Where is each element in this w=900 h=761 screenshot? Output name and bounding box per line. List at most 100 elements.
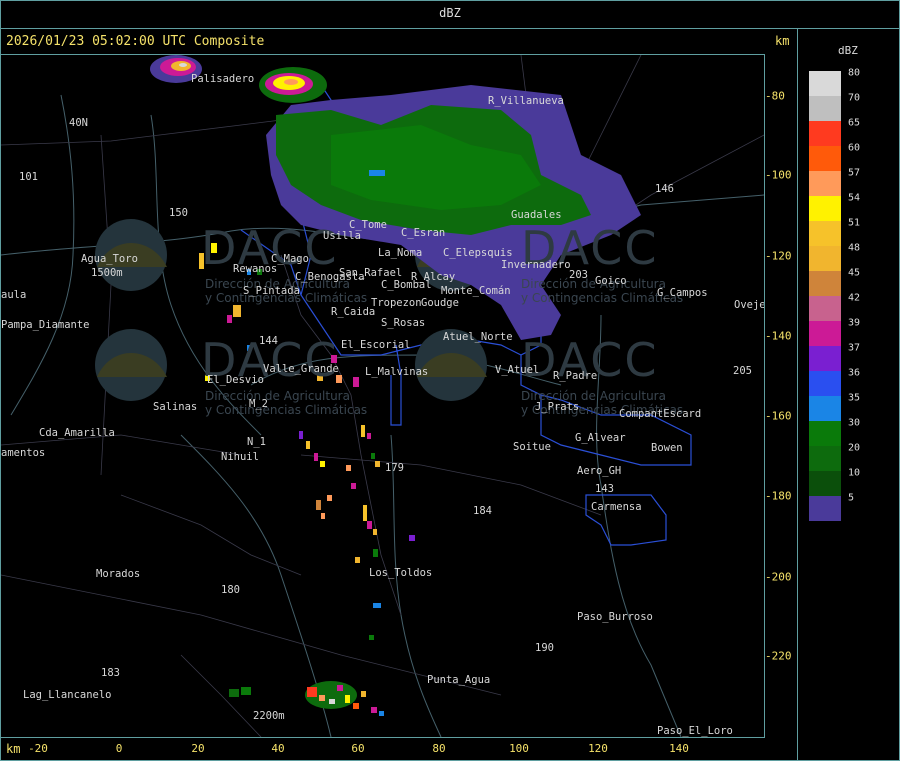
x-tick: 100 bbox=[509, 742, 529, 755]
y-tick: -100 bbox=[765, 168, 792, 182]
place-label: 146 bbox=[655, 183, 674, 195]
legend-swatch bbox=[809, 371, 841, 396]
x-tick: 20 bbox=[191, 742, 205, 755]
y-tick: -80 bbox=[765, 89, 785, 103]
place-label: Valle_Grande bbox=[263, 363, 339, 375]
place-label: Guadales bbox=[511, 209, 562, 221]
legend-label: 57 bbox=[848, 167, 861, 179]
place-label: Los_Toldos bbox=[369, 567, 433, 579]
place-label: 101 bbox=[19, 171, 38, 183]
place-label: Soitue bbox=[513, 441, 551, 453]
place-label: R_Alcay bbox=[411, 271, 456, 283]
place-label: S_Rosas bbox=[381, 317, 426, 329]
legend-label: 70 bbox=[848, 92, 861, 104]
place-label: 205 bbox=[733, 365, 752, 377]
place-label: L_Malvinas bbox=[365, 366, 429, 378]
place-label: 150 bbox=[169, 207, 188, 219]
legend-label: 35 bbox=[848, 392, 861, 404]
place-label: 180 bbox=[221, 584, 240, 596]
place-label: Agua_Toro bbox=[81, 253, 138, 265]
place-label: Salinas bbox=[153, 401, 198, 413]
place-label: 203 bbox=[569, 269, 588, 281]
product-header: 2026/01/23 05:02:00 UTC Composite bbox=[6, 34, 265, 49]
place-label: Carmensa bbox=[591, 501, 642, 513]
place-label: M_2 bbox=[249, 398, 268, 410]
place-label: V_Atuel bbox=[495, 364, 540, 376]
legend-label: 45 bbox=[848, 267, 861, 279]
x-tick: -20 bbox=[28, 742, 48, 755]
place-label: N_1 bbox=[247, 436, 266, 448]
radar-map[interactable]: DACC DACC DACC DACC Dirección de Agricul… bbox=[0, 54, 765, 738]
legend-swatch bbox=[809, 221, 841, 246]
place-label: Aero_GH bbox=[577, 465, 622, 477]
place-label: C_Mago bbox=[271, 253, 309, 265]
legend-swatch bbox=[809, 346, 841, 371]
place-label: Paso_Burroso bbox=[577, 611, 653, 623]
legend-label: 10 bbox=[848, 467, 861, 479]
place-label: C_Benogasta bbox=[295, 271, 365, 283]
place-label: C_Tome bbox=[349, 219, 387, 231]
place-label: Paso_El_Loro bbox=[657, 725, 733, 737]
place-label: Goico bbox=[595, 275, 627, 287]
y-tick: -220 bbox=[765, 649, 792, 663]
place-label: 190 bbox=[535, 642, 554, 654]
legend-label: 30 bbox=[848, 417, 861, 429]
place-label: Punta_Agua bbox=[427, 674, 491, 686]
place-label: G_Alvear bbox=[575, 432, 626, 444]
legend-label: 48 bbox=[848, 242, 861, 254]
place-label: aula bbox=[1, 289, 27, 301]
y-tick: -200 bbox=[765, 570, 792, 584]
color-legend bbox=[809, 71, 841, 521]
place-label: Lag_Llancanelo bbox=[23, 689, 112, 701]
place-label: La_Noma bbox=[378, 247, 423, 259]
place-label: amentos bbox=[1, 447, 46, 459]
legend-label: 54 bbox=[848, 192, 861, 204]
legend-label: 36 bbox=[848, 367, 861, 379]
place-label: 143 bbox=[595, 483, 614, 495]
place-label: Invernadero bbox=[501, 259, 571, 271]
legend-swatch bbox=[809, 271, 841, 296]
y-tick: -120 bbox=[765, 249, 792, 263]
place-label: Atuel_Norte bbox=[443, 331, 513, 343]
place-label: Goudge bbox=[421, 297, 459, 309]
place-label: El_Desvio bbox=[207, 374, 264, 386]
legend-swatch bbox=[809, 421, 841, 446]
legend-label: 42 bbox=[848, 292, 861, 304]
watermark-line2: y Contingencias Climáticas bbox=[205, 403, 368, 417]
legend-swatch bbox=[809, 396, 841, 421]
place-label: Cda_Amarilla bbox=[39, 427, 115, 439]
x-tick: 0 bbox=[115, 742, 123, 755]
place-label: R_Caida bbox=[331, 306, 376, 318]
legend-swatch bbox=[809, 96, 841, 121]
legend-swatch bbox=[809, 196, 841, 221]
x-unit-label: km bbox=[6, 742, 21, 756]
legend-swatch bbox=[809, 446, 841, 471]
place-label: Pampa_Diamante bbox=[1, 319, 90, 331]
place-label: Usilla bbox=[323, 230, 361, 242]
place-label: 2200m bbox=[253, 710, 285, 722]
legend-label: 51 bbox=[848, 217, 861, 229]
place-label: R_Villanueva bbox=[488, 95, 564, 107]
legend-label: 20 bbox=[848, 442, 861, 454]
x-tick: 80 bbox=[432, 742, 446, 755]
legend-swatch bbox=[809, 121, 841, 146]
legend-swatch bbox=[809, 496, 841, 521]
place-label: 144 bbox=[259, 335, 278, 347]
window-title: dBZ bbox=[439, 6, 461, 20]
y-unit-label: km bbox=[775, 34, 790, 48]
place-label: G_Campos bbox=[657, 287, 708, 299]
x-tick: 60 bbox=[351, 742, 365, 755]
legend-label: 60 bbox=[848, 142, 861, 154]
place-label: 183 bbox=[101, 667, 120, 679]
place-label: Oveje bbox=[734, 299, 765, 311]
legend-label: 37 bbox=[848, 342, 861, 354]
place-label: 1500m bbox=[91, 267, 123, 279]
place-label: Tropezon bbox=[371, 297, 422, 309]
place-label: 184 bbox=[473, 505, 492, 517]
legend-swatch bbox=[809, 471, 841, 496]
place-label: Palisadero bbox=[191, 73, 255, 85]
y-tick: -140 bbox=[765, 329, 792, 343]
sidebar-divider bbox=[797, 28, 798, 761]
place-label: Morados bbox=[96, 568, 141, 580]
legend-swatch bbox=[809, 171, 841, 196]
